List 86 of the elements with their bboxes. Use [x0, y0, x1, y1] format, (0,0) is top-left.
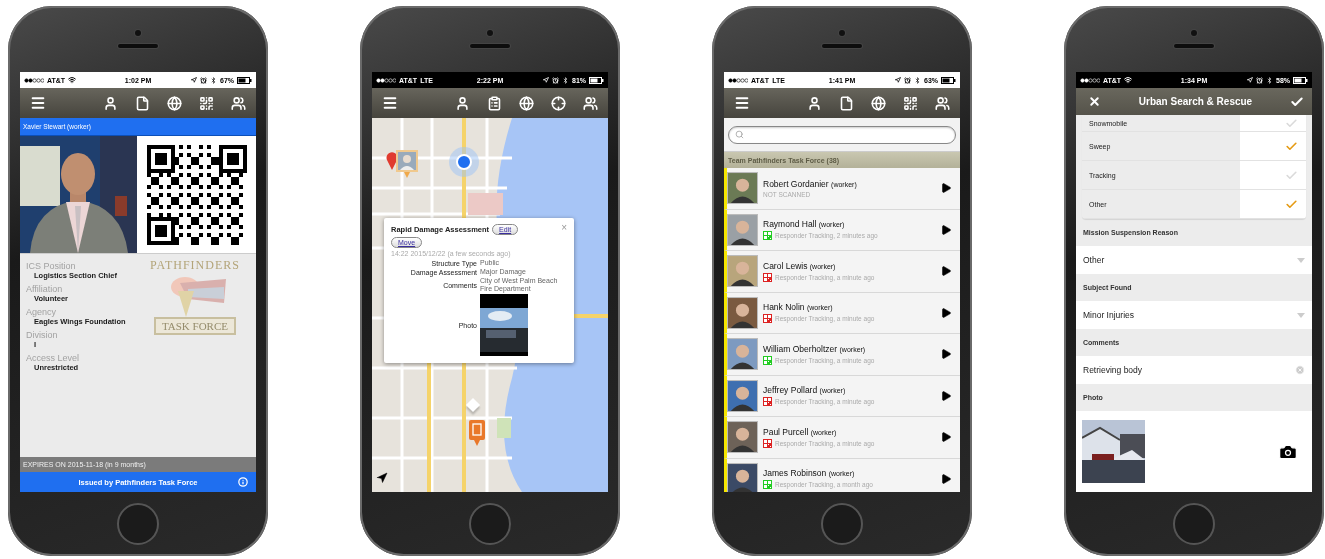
qr-code-icon[interactable]: [903, 95, 918, 111]
camera-lens: [487, 30, 493, 36]
bluetooth-icon: [1266, 76, 1273, 84]
signal-icon: [1080, 77, 1100, 83]
field-label: ICS Position: [26, 261, 76, 271]
wifi-icon: [68, 76, 77, 84]
group-icon[interactable]: [935, 95, 950, 111]
globe-icon[interactable]: [167, 95, 182, 111]
bluetooth-icon: [210, 76, 217, 84]
alarm-icon: [904, 76, 911, 84]
logo-text: TASK FORCE: [153, 317, 237, 335]
person-icon[interactable]: [103, 95, 118, 111]
signal-icon: [728, 77, 748, 83]
avatar-icon: [727, 338, 758, 371]
checkmark-icon[interactable]: [1285, 116, 1298, 130]
alarm-icon: [552, 76, 559, 84]
alarm-icon: [200, 76, 207, 84]
search-field[interactable]: [728, 125, 956, 144]
signal-icon: [376, 77, 396, 83]
avatar-icon: [727, 296, 758, 329]
alarm-icon: [1256, 76, 1263, 84]
dropdown-field[interactable]: Minor Injuries: [1076, 301, 1312, 329]
play-icon[interactable]: [940, 265, 952, 278]
battery-icon: [941, 76, 956, 84]
avatar-icon: [727, 421, 758, 454]
menu-icon[interactable]: [382, 95, 398, 111]
battery-icon: [237, 76, 252, 84]
field-label: Access Level: [26, 353, 80, 363]
menu-icon[interactable]: [734, 95, 750, 111]
dropdown-field[interactable]: Other: [1076, 246, 1312, 274]
play-icon[interactable]: [940, 348, 952, 361]
checkmark-icon[interactable]: [1285, 197, 1298, 211]
clipboard-icon[interactable]: [487, 95, 502, 111]
avatar-icon: [727, 255, 758, 288]
avatar-icon: [727, 213, 758, 246]
dropdown-arrow-icon: [1297, 257, 1305, 263]
camera-lens: [839, 30, 845, 36]
menu-icon[interactable]: [30, 95, 46, 111]
qr-code-icon[interactable]: [199, 95, 214, 111]
checkmark-icon[interactable]: [1285, 139, 1298, 153]
globe-icon[interactable]: [519, 95, 534, 111]
signal-icon: [24, 77, 44, 83]
speaker-grille: [822, 44, 862, 48]
camera-lens: [1191, 30, 1197, 36]
field-label: Affiliation: [26, 284, 63, 294]
info-icon[interactable]: [238, 477, 248, 487]
field-label: Division: [26, 330, 58, 340]
play-icon[interactable]: [940, 431, 952, 444]
location-icon: [895, 77, 901, 83]
search-icon: [735, 130, 744, 139]
crosshair-icon[interactable]: [551, 95, 566, 111]
location-icon: [543, 77, 549, 83]
speaker-grille: [470, 44, 510, 48]
play-icon[interactable]: [940, 306, 952, 319]
battery-icon: [1293, 76, 1308, 84]
confirm-icon[interactable]: [1290, 94, 1304, 109]
person-icon[interactable]: [807, 95, 822, 111]
dropdown-arrow-icon: [1297, 312, 1305, 318]
bluetooth-icon: [914, 76, 921, 84]
form-title: Urban Search & Rescue: [1138, 96, 1253, 107]
camera-lens: [135, 30, 141, 36]
avatar-icon: [727, 379, 758, 412]
logo-text: PATHFINDERS: [150, 258, 240, 273]
play-icon[interactable]: [940, 389, 952, 402]
speaker-grille: [118, 44, 158, 48]
wifi-icon: [1124, 76, 1133, 84]
text-field[interactable]: Retrieving body: [1076, 356, 1312, 384]
play-icon[interactable]: [940, 472, 952, 485]
play-icon[interactable]: [940, 223, 952, 236]
avatar-icon: [727, 172, 758, 205]
battery-icon: [589, 76, 604, 84]
location-icon: [1247, 77, 1253, 83]
play-icon[interactable]: [940, 182, 952, 195]
checkmark-icon[interactable]: [1285, 168, 1298, 182]
group-icon[interactable]: [583, 95, 598, 111]
speaker-grille: [1174, 44, 1214, 48]
person-icon[interactable]: [455, 95, 470, 111]
avatar-icon: [727, 462, 758, 492]
location-icon: [191, 77, 197, 83]
field-label: Agency: [26, 307, 57, 317]
document-icon[interactable]: [135, 95, 150, 111]
bluetooth-icon: [562, 76, 569, 84]
document-icon[interactable]: [839, 95, 854, 111]
globe-icon[interactable]: [871, 95, 886, 111]
close-icon[interactable]: [1088, 95, 1101, 108]
group-icon[interactable]: [231, 95, 246, 111]
